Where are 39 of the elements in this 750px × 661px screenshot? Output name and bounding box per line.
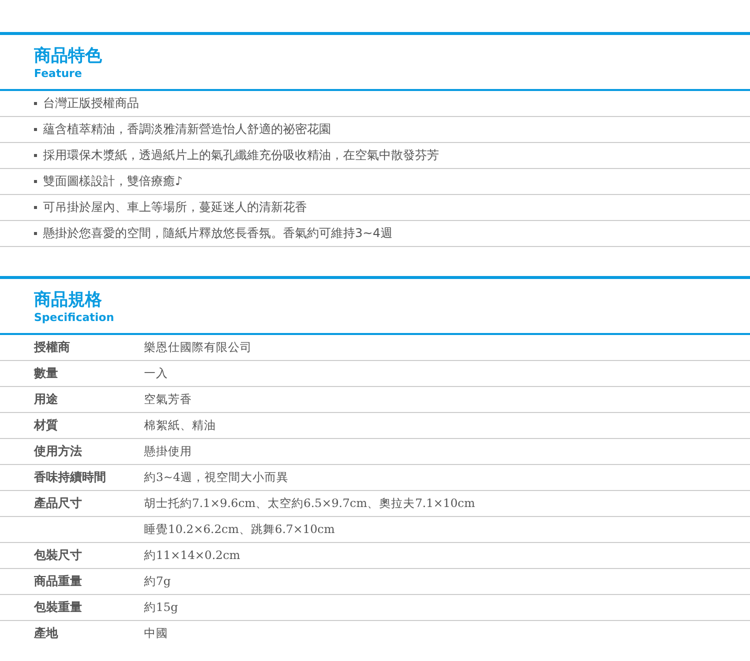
section-subtitle: Specification	[34, 311, 114, 325]
bullet-icon	[34, 180, 37, 183]
spec-value: 空氣芳香	[144, 392, 192, 407]
spec-value: 中國	[144, 626, 168, 641]
spec-value: 約3~4週，視空間大小而異	[144, 470, 288, 485]
spec-value: 胡士托約7.1×9.6cm、太空約6.5×9.7cm、奧拉夫7.1×10cm	[144, 496, 476, 511]
bullet-icon	[34, 102, 37, 105]
spec-value: 一入	[144, 366, 168, 381]
spec-value: 樂恩仕國際有限公司	[144, 340, 252, 355]
feature-text: 雙面圖樣設計，雙倍療癒♪	[43, 173, 183, 190]
spec-label: 材質	[34, 418, 58, 432]
spec-label: 授權商	[34, 340, 70, 354]
spec-value: 約15g	[144, 600, 178, 615]
feature-text: 採用環保木漿紙，透過紙片上的氣孔纖維充份吸收精油，在空氣中散發芬芳	[43, 147, 439, 164]
spec-label: 產品尺寸	[34, 496, 82, 510]
feature-text: 懸掛於您喜愛的空間，隨紙片釋放悠長香氛。香氣約可維持3~4週	[43, 225, 392, 242]
section-title: 商品特色	[34, 46, 102, 67]
spec-value: 棉絮紙、精油	[144, 418, 216, 433]
section-title: 商品規格	[34, 290, 102, 311]
spec-label: 使用方法	[34, 444, 82, 458]
feature-text: 蘊含植萃精油，香調淡雅清新營造怡人舒適的祕密花園	[43, 121, 331, 138]
spec-label: 包裝重量	[34, 600, 82, 614]
feature-text: 台灣正版授權商品	[43, 95, 139, 112]
bullet-icon	[34, 206, 37, 209]
spec-label: 商品重量	[34, 574, 82, 588]
spec-label: 用途	[34, 392, 58, 406]
spec-value: 懸掛使用	[144, 444, 192, 459]
spec-label: 數量	[34, 366, 58, 380]
spec-value: 約7g	[144, 574, 171, 589]
spec-value: 約11×14×0.2cm	[144, 548, 240, 563]
spec-value: 睡覺10.2×6.2cm、跳舞6.7×10cm	[144, 522, 335, 537]
bullet-icon	[34, 232, 37, 235]
feature-text: 可吊掛於屋內、車上等場所，蔓延迷人的清新花香	[43, 199, 307, 216]
section-subtitle: Feature	[34, 67, 82, 81]
spec-label: 香味持續時間	[34, 470, 106, 484]
spec-label: 產地	[34, 626, 58, 640]
bullet-icon	[34, 128, 37, 131]
bullet-icon	[34, 154, 37, 157]
spec-label: 包裝尺寸	[34, 548, 82, 562]
